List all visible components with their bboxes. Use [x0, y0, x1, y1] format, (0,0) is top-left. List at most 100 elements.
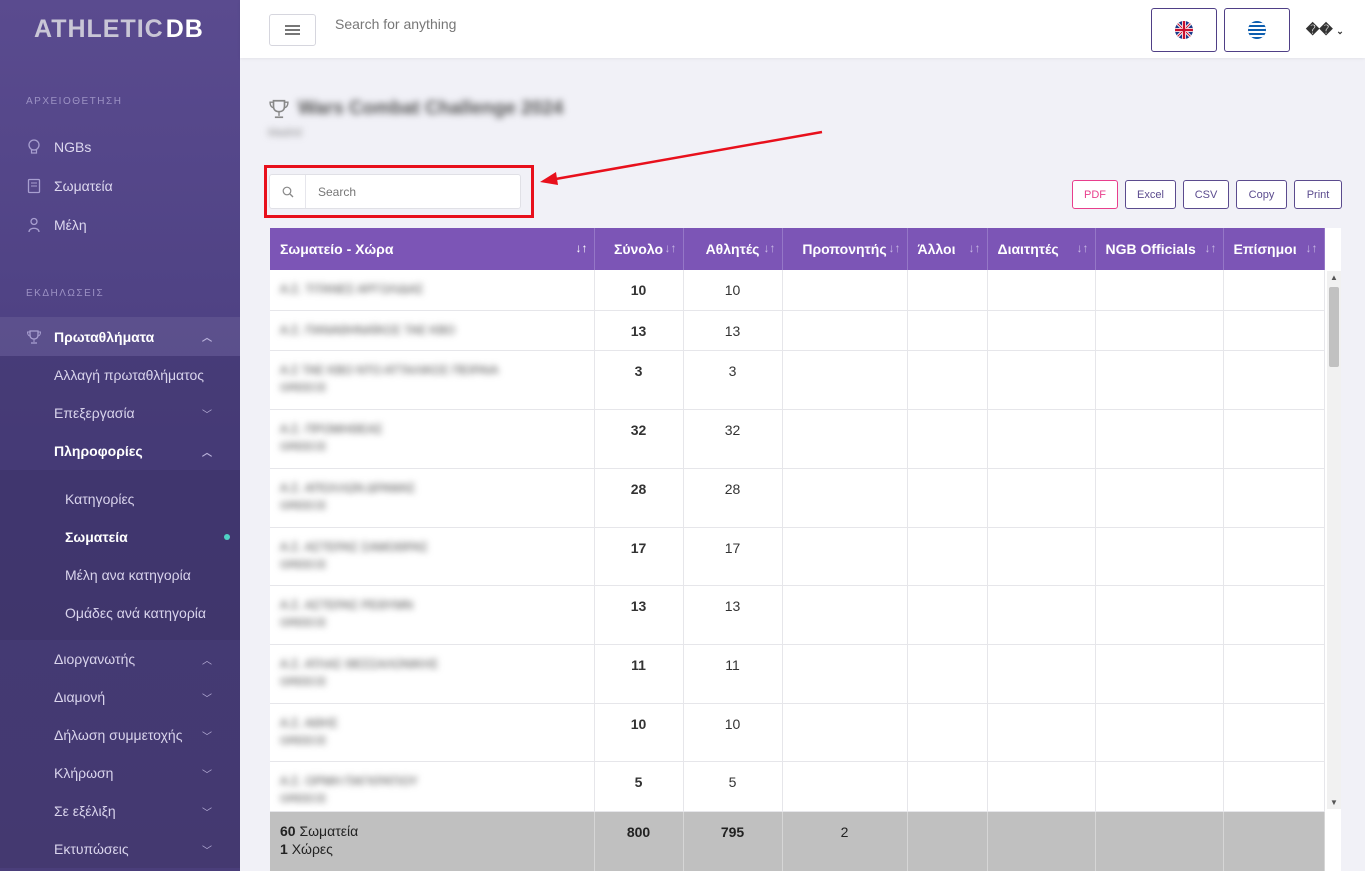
chevron-up-icon: ︿	[202, 447, 212, 459]
active-indicator-dot	[224, 534, 230, 540]
club-cell: Α.Σ. ΑΣΤΕΡΑΣ ΣΑΜΟΘΡΑΣ GREECE	[270, 527, 595, 586]
others-cell	[907, 644, 988, 704]
table-row[interactable]: Α.Σ. ΑΘΗΣ GREECE 10 10	[270, 703, 1325, 762]
total-cell: 28	[594, 468, 684, 528]
print-button[interactable]: Print	[1294, 180, 1342, 209]
club-name: Α.Σ. ΑΘΗΣ	[280, 715, 338, 730]
chevron-up-icon: ︿	[202, 333, 212, 344]
column-header-others[interactable]: Άλλοι ↓↑	[907, 228, 988, 270]
hamburger-menu-button[interactable]	[269, 14, 316, 46]
column-header-officials[interactable]: Επίσημοι ↓↑	[1223, 228, 1325, 270]
column-header-label: Προπονητής	[802, 241, 887, 257]
sidebar-item-edit[interactable]: Επεξεργασία ﹀	[0, 394, 240, 432]
total-cell: 10	[594, 270, 684, 311]
language-english-button[interactable]	[1151, 8, 1217, 52]
sidebar-item-label: NGBs	[54, 138, 92, 155]
sidebar-item-teams-per-category[interactable]: Ομάδες ανά κατηγορία	[0, 594, 240, 632]
column-header-label: Επίσημοι	[1233, 241, 1297, 257]
club-name: Α.Σ ΤΑΕ ΚΒΟ ΝΤΟ ΑΤΤΑΛΙΚΟΣ ΠΕΙΡΑΙΑ	[280, 362, 499, 377]
sidebar-item-categories[interactable]: Κατηγορίες	[0, 480, 240, 518]
global-search-input[interactable]: Search for anything	[335, 16, 456, 32]
table-row[interactable]: Α.Σ. ΑΠΟΛΛΩΝ ΔΡΑΜΑΣ GREECE 28 28	[270, 468, 1325, 528]
sidebar-item-registration[interactable]: Δήλωση συμμετοχής ﹀	[0, 716, 240, 754]
sidebar-item-prints[interactable]: Εκτυπώσεις ﹀	[0, 830, 240, 868]
section-label-archive: ΑΡΧΕΙΟΘΕΤΗΣΗ	[26, 96, 123, 107]
club-country: GREECE	[280, 792, 327, 805]
column-header-coach[interactable]: Προπονητής ↓↑	[782, 228, 908, 270]
table-row[interactable]: Α.Σ. ΠΑΝΑΘΗΝΑΪΚΟΣ ΤΑΕ ΚΒΟ 13 13	[270, 310, 1325, 351]
uk-flag-icon	[1175, 21, 1193, 39]
others-cell	[907, 468, 988, 528]
sidebar-item-clubs-active[interactable]: Σωματεία	[0, 518, 240, 556]
table-row[interactable]: Α.Σ. ΑΤΛΑΣ ΘΕΣΣΑΛΟΝΙΚΗΣ GREECE 11 11	[270, 644, 1325, 704]
sidebar-item-label: Σωματεία	[54, 177, 113, 194]
sidebar-item-draw[interactable]: Κλήρωση ﹀	[0, 754, 240, 792]
officials-cell	[1223, 310, 1325, 351]
sidebar-item-label: Πρωταθλήματα	[54, 328, 155, 345]
others-cell	[907, 703, 988, 762]
coach-cell	[782, 644, 908, 704]
table-row[interactable]: Α.Σ. ΑΣΤΕΡΑΣ ΡΕΘΥΜΝ GREECE 13 13	[270, 585, 1325, 645]
sidebar-item-label: Διαμονή	[54, 689, 106, 705]
referees-cell	[987, 585, 1096, 645]
ngb-officials-cell	[1095, 270, 1224, 311]
sidebar-item-members[interactable]: Μέλη	[0, 205, 240, 244]
column-header-club[interactable]: Σωματείο - Χώρα ↓↑	[270, 228, 595, 270]
table-row[interactable]: Α.Σ ΤΑΕ ΚΒΟ ΝΤΟ ΑΤΤΑΛΙΚΟΣ ΠΕΙΡΑΙΑ GREECE 3…	[270, 350, 1325, 410]
sidebar-item-label: Διοργανωτής	[54, 651, 136, 667]
sidebar-item-championships[interactable]: Πρωταθλήματα ︿	[0, 317, 240, 356]
total-cell: 13	[594, 310, 684, 351]
referees-cell	[987, 703, 1096, 762]
others-cell	[907, 310, 988, 351]
language-greek-button[interactable]	[1224, 8, 1290, 52]
club-name: Α.Σ. ΠΡΟΜΗΘΕΑΣ	[280, 421, 383, 436]
column-header-athletes[interactable]: Αθλητές ↓↑	[683, 228, 783, 270]
table-row[interactable]: Α.Σ. ΑΣΤΕΡΑΣ ΣΑΜΟΘΡΑΣ GREECE 17 17	[270, 527, 1325, 586]
sidebar-item-organizer[interactable]: Διοργανωτής ︿	[0, 640, 240, 678]
footer-clubs-count: 60	[280, 822, 296, 839]
club-cell: Α.Σ. ΠΑΝΑΘΗΝΑΪΚΟΣ ΤΑΕ ΚΒΟ	[270, 310, 595, 351]
sidebar-item-ngbs[interactable]: NGBs	[0, 127, 240, 166]
table-footer-row: 60 Σωματεία 1 Χώρες 800 795 2	[270, 811, 1325, 871]
table-row[interactable]: Α.Σ. ΟΡΜΗ ΠΑΓΚΡΑΤΙΟΥ GREECE 5 5	[270, 761, 1325, 812]
scroll-up-icon[interactable]: ▲	[1330, 273, 1338, 282]
export-csv-button[interactable]: CSV	[1183, 180, 1229, 209]
table-header-row: Σωματείο - Χώρα ↓↑ Σύνολο ↓↑ Αθλητές ↓↑ Προ…	[270, 228, 1325, 270]
table-row[interactable]: Α.Σ. ΠΡΟΜΗΘΕΑΣ GREECE 32 32	[270, 409, 1325, 469]
total-cell: 3	[594, 350, 684, 410]
app-logo[interactable]: ATHLETIC DB	[0, 0, 240, 58]
sidebar-item-label: Μέλη	[54, 216, 87, 233]
column-header-total[interactable]: Σύνολο ↓↑	[594, 228, 684, 270]
column-header-ngb-officials[interactable]: NGB Officials ↓↑	[1095, 228, 1224, 270]
ngb-officials-cell	[1095, 409, 1224, 469]
club-country: GREECE	[280, 675, 327, 688]
book-icon	[26, 178, 42, 194]
sidebar-item-info[interactable]: Πληροφορίες ︿	[0, 432, 240, 470]
trophy-icon	[26, 329, 42, 345]
export-pdf-button[interactable]: PDF	[1072, 180, 1118, 209]
sidebar-item-label: Επεξεργασία	[54, 405, 135, 421]
highlight-box	[264, 165, 534, 218]
sidebar-item-members-per-category[interactable]: Μέλη ανα κατηγορία	[0, 556, 240, 594]
column-header-referees[interactable]: Διαιτητές ↓↑	[987, 228, 1096, 270]
athletes-cell: 28	[683, 468, 783, 528]
sidebar-item-clubs[interactable]: Σωματεία	[0, 166, 240, 205]
coach-cell	[782, 409, 908, 469]
table-row[interactable]: Α.Σ. ΤΙΤΑΝΕΣ ΑΡΓΟΛΙΔΑΣ 10 10	[270, 270, 1325, 311]
total-cell: 11	[594, 644, 684, 704]
sort-icon: ↓↑	[575, 241, 588, 255]
sidebar-item-in-progress[interactable]: Σε εξέλιξη ﹀	[0, 792, 240, 830]
sidebar-item-accommodation[interactable]: Διαμονή ﹀	[0, 678, 240, 716]
athletes-cell: 10	[683, 703, 783, 762]
scroll-down-icon[interactable]: ▼	[1330, 798, 1338, 807]
table-scrollbar[interactable]: ▲ ▼	[1327, 271, 1341, 809]
sort-icon: ↓↑	[1204, 241, 1217, 255]
export-excel-button[interactable]: Excel	[1125, 180, 1176, 209]
coach-cell	[782, 270, 908, 311]
user-menu[interactable]: �� ⌄	[1306, 22, 1344, 38]
athletes-cell: 10	[683, 270, 783, 311]
scrollbar-thumb[interactable]	[1329, 287, 1339, 367]
footer-ngb-officials	[1095, 811, 1224, 871]
copy-button[interactable]: Copy	[1236, 180, 1287, 209]
sidebar-item-change-championship[interactable]: Αλλαγή πρωταθλήματος	[0, 356, 240, 394]
